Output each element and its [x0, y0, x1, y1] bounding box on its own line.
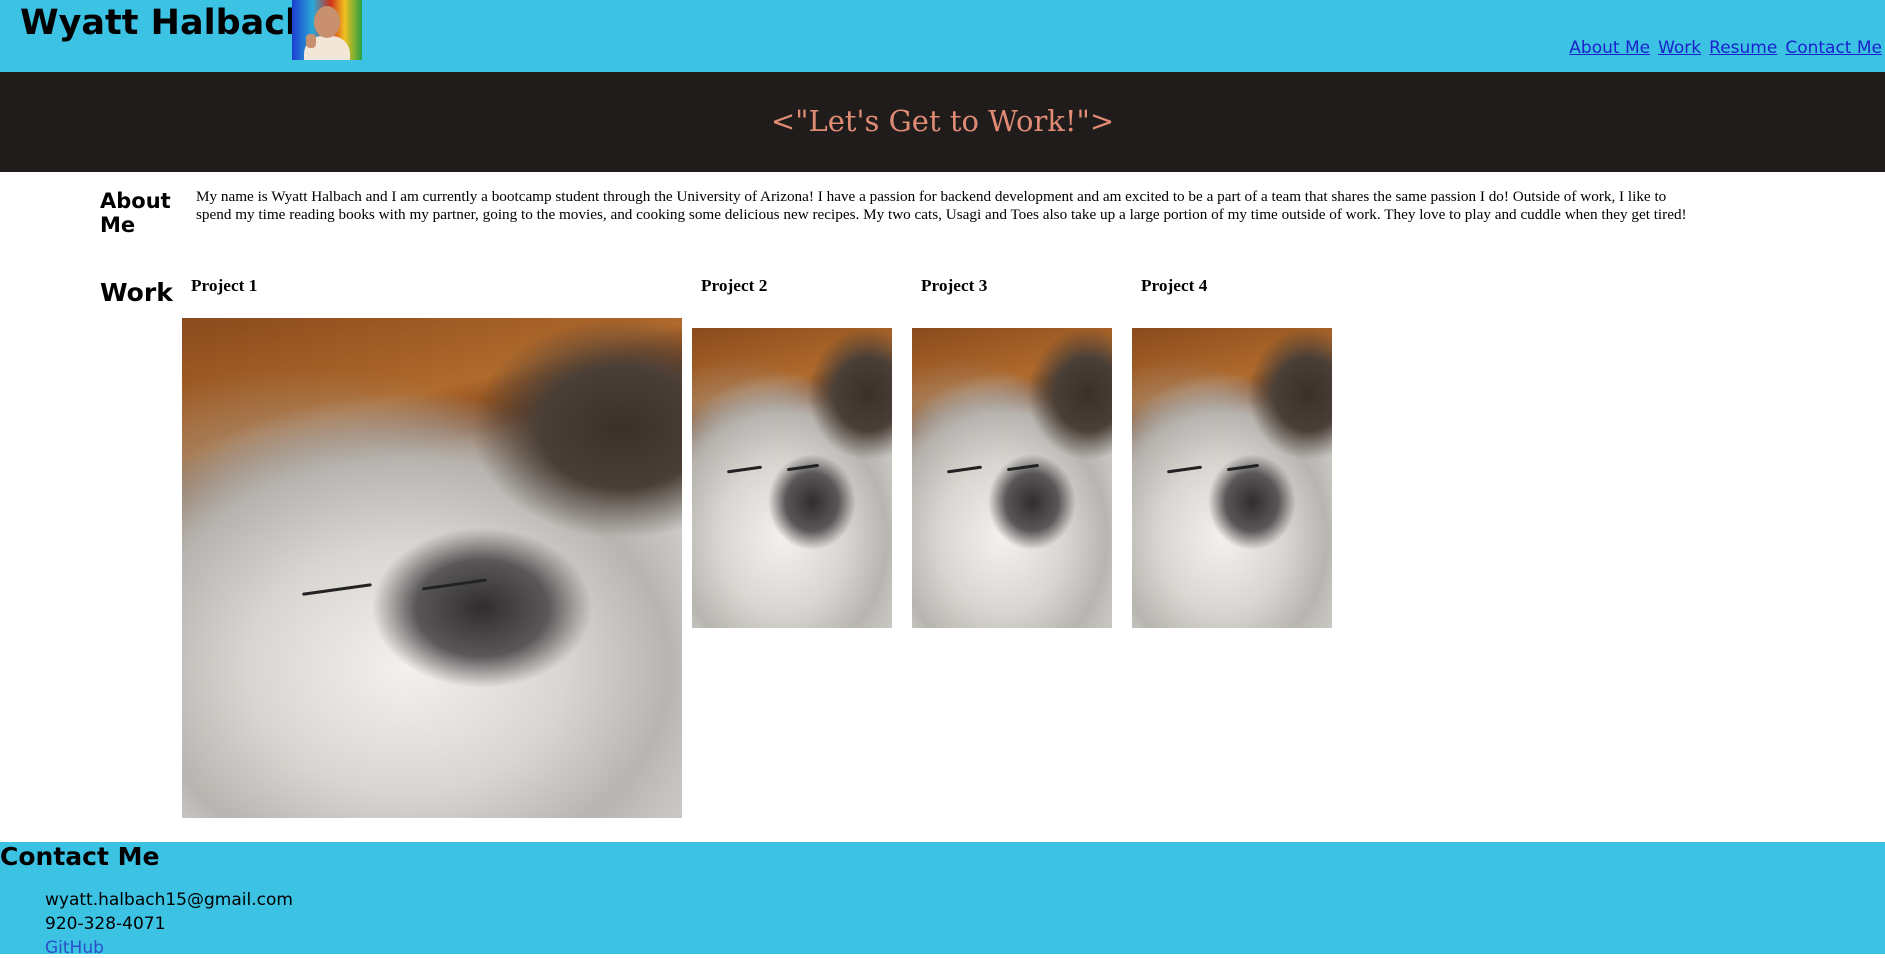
- avatar: [292, 0, 362, 60]
- contact-phone: 920-328-4071: [45, 914, 166, 934]
- work-heading: Work: [100, 278, 173, 307]
- project-title: Project 2: [701, 276, 768, 295]
- project-title: Project 4: [1141, 276, 1208, 295]
- contact-email: wyatt.halbach15@gmail.com: [45, 890, 293, 910]
- site-header: Wyatt Halbach About Me Work Resume Contact …: [0, 0, 1885, 72]
- project-image[interactable]: [692, 328, 892, 628]
- about-text: My name is Wyatt Halbach and I am curren…: [196, 188, 1687, 223]
- top-nav: About Me Work Resume Contact Me: [1561, 38, 1882, 58]
- project-title: Project 1: [191, 276, 258, 295]
- about-heading: About Me: [100, 189, 171, 237]
- hero-banner: <"Let's Get to Work!">: [0, 72, 1885, 172]
- github-link[interactable]: GitHub: [45, 938, 104, 958]
- nav-link-work[interactable]: Work: [1658, 38, 1701, 58]
- nav-link-resume[interactable]: Resume: [1709, 38, 1777, 58]
- project-title: Project 3: [921, 276, 988, 295]
- project-image[interactable]: [912, 328, 1112, 628]
- hero-text: <"Let's Get to Work!">: [770, 104, 1115, 138]
- contact-footer: Contact Me wyatt.halbach15@gmail.com 920…: [0, 842, 1885, 958]
- contact-heading: Contact Me: [0, 842, 160, 871]
- site-title: Wyatt Halbach: [20, 3, 310, 43]
- nav-link-contact-me[interactable]: Contact Me: [1785, 38, 1882, 58]
- project-image[interactable]: [1132, 328, 1332, 628]
- project-image[interactable]: [182, 318, 682, 818]
- nav-link-about-me[interactable]: About Me: [1569, 38, 1650, 58]
